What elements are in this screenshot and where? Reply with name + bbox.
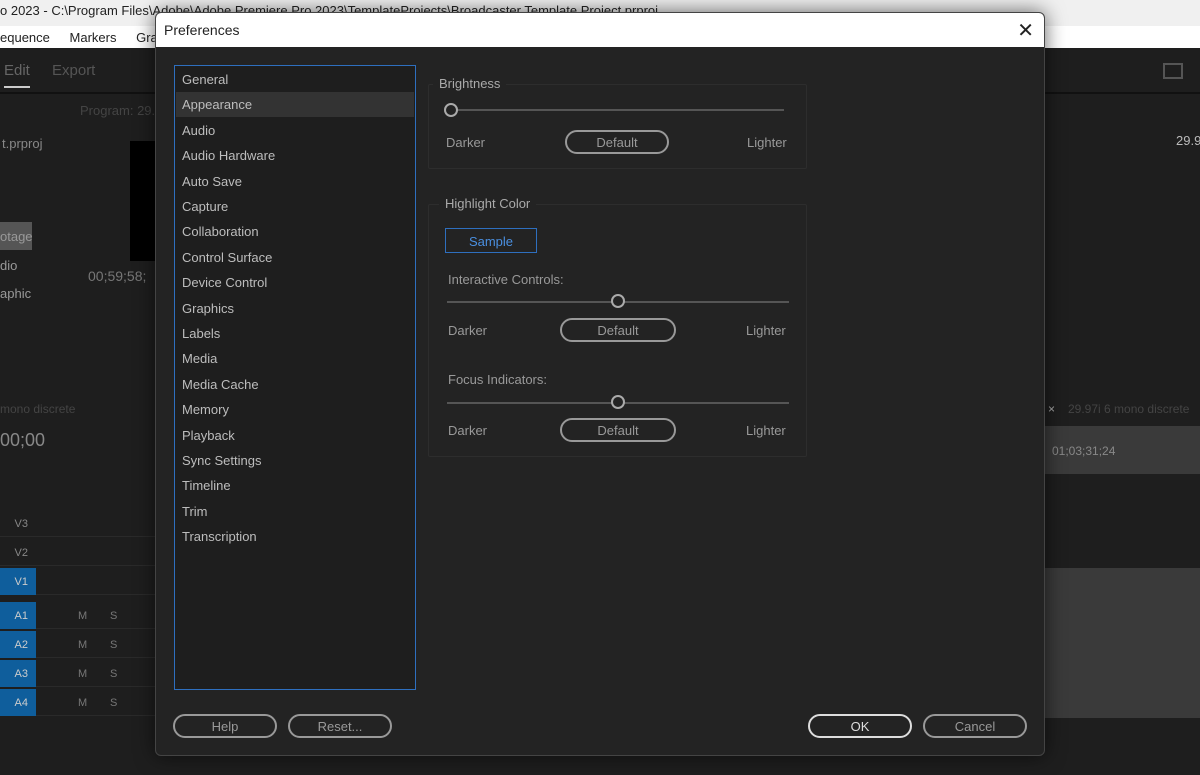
- track-label: A3: [0, 660, 36, 687]
- category-list[interactable]: General Appearance Audio Audio Hardware Auto…: [174, 65, 416, 690]
- brightness-darker-label: Darker: [446, 135, 486, 150]
- menu-sequence[interactable]: equence: [0, 30, 50, 45]
- program-preview: [130, 141, 155, 261]
- track-a2[interactable]: A2 M S: [0, 631, 155, 658]
- category-playback[interactable]: Playback: [176, 423, 414, 448]
- solo-button[interactable]: S: [110, 610, 117, 622]
- category-device-control[interactable]: Device Control: [176, 270, 414, 295]
- solo-button[interactable]: S: [110, 668, 117, 680]
- brightness-label: Brightness: [433, 76, 507, 91]
- dialog-title-bar: Preferences: [156, 13, 1044, 47]
- cancel-button[interactable]: Cancel: [923, 714, 1027, 738]
- category-auto-save[interactable]: Auto Save: [176, 169, 414, 194]
- bin-graphics[interactable]: aphic: [0, 286, 31, 301]
- track-v2[interactable]: V2: [0, 539, 155, 566]
- project-file: t.prproj: [2, 136, 43, 151]
- interactive-default-button[interactable]: Default: [560, 318, 676, 342]
- category-media-cache[interactable]: Media Cache: [176, 372, 414, 397]
- sample-swatch: Sample: [445, 228, 537, 253]
- brightness-default-button[interactable]: Default: [565, 130, 669, 154]
- interactive-darker-label: Darker: [448, 323, 488, 338]
- category-timeline[interactable]: Timeline: [176, 473, 414, 498]
- category-trim[interactable]: Trim: [176, 499, 414, 524]
- solo-button[interactable]: S: [110, 639, 117, 651]
- interactive-lighter-label: Lighter: [746, 323, 786, 338]
- help-button[interactable]: Help: [173, 714, 277, 738]
- reset-button[interactable]: Reset...: [288, 714, 392, 738]
- brightness-lighter-label: Lighter: [747, 135, 787, 150]
- bin-audio[interactable]: dio: [0, 258, 17, 273]
- program-timecode: 00;59;58;: [88, 268, 147, 284]
- panel-icon[interactable]: [1163, 63, 1183, 79]
- ok-button[interactable]: OK: [808, 714, 912, 738]
- timeline-tracks-area[interactable]: [1045, 568, 1200, 718]
- close-icon[interactable]: ✕: [1017, 18, 1034, 43]
- tab-export[interactable]: Export: [52, 62, 95, 79]
- track-a1[interactable]: A1 M S: [0, 602, 155, 629]
- interactive-controls-label: Interactive Controls:: [448, 272, 564, 287]
- focus-darker-label: Darker: [448, 423, 488, 438]
- mute-button[interactable]: M: [78, 610, 87, 622]
- ruler-time: 01;03;31;24: [1052, 444, 1116, 458]
- category-media[interactable]: Media: [176, 346, 414, 371]
- close-sequence-icon[interactable]: ×: [1048, 402, 1055, 416]
- interactive-controls-slider-handle[interactable]: [611, 294, 625, 308]
- category-memory[interactable]: Memory: [176, 397, 414, 422]
- category-capture[interactable]: Capture: [176, 194, 414, 219]
- category-sync-settings[interactable]: Sync Settings: [176, 448, 414, 473]
- focus-lighter-label: Lighter: [746, 423, 786, 438]
- track-label: V1: [0, 568, 36, 595]
- focus-default-button[interactable]: Default: [560, 418, 676, 442]
- mute-button[interactable]: M: [78, 697, 87, 709]
- menu-markers[interactable]: Markers: [70, 30, 117, 45]
- track-label: A2: [0, 631, 36, 658]
- sequence-timecode: 00;00: [0, 430, 46, 450]
- category-collaboration[interactable]: Collaboration: [176, 219, 414, 244]
- track-label: V2: [14, 547, 28, 559]
- focus-indicators-label: Focus Indicators:: [448, 372, 547, 387]
- brightness-group: Brightness Darker Default Lighter: [428, 76, 807, 169]
- category-general[interactable]: General: [176, 67, 414, 92]
- sequence-label-right: 29.97i 6 mono discrete: [1068, 402, 1190, 416]
- sequence-label: mono discrete: [0, 402, 76, 416]
- fps-readout: 29.9: [1176, 133, 1200, 148]
- track-label: A4: [0, 689, 36, 716]
- track-v1[interactable]: V1: [0, 568, 155, 595]
- category-labels[interactable]: Labels: [176, 321, 414, 346]
- category-control-surface[interactable]: Control Surface: [176, 245, 414, 270]
- track-a4[interactable]: A4 M S: [0, 689, 155, 716]
- bin-footage[interactable]: otage: [0, 222, 33, 250]
- brightness-slider-handle[interactable]: [444, 103, 458, 117]
- track-v3[interactable]: V3: [0, 510, 155, 537]
- category-audio-hardware[interactable]: Audio Hardware: [176, 143, 414, 168]
- preferences-dialog: Preferences ✕ General Appearance Audio Audi…: [155, 12, 1045, 756]
- mute-button[interactable]: M: [78, 639, 87, 651]
- category-transcription[interactable]: Transcription: [176, 524, 414, 549]
- track-a3[interactable]: A3 M S: [0, 660, 155, 687]
- dialog-title: Preferences: [164, 22, 240, 38]
- category-appearance[interactable]: Appearance: [176, 92, 414, 118]
- track-label: A1: [0, 602, 36, 629]
- brightness-slider[interactable]: [451, 109, 784, 111]
- solo-button[interactable]: S: [110, 697, 117, 709]
- tab-edit[interactable]: Edit: [4, 62, 30, 88]
- focus-indicators-slider-handle[interactable]: [611, 395, 625, 409]
- highlight-color-label: Highlight Color: [439, 196, 537, 211]
- track-label: V3: [14, 518, 28, 530]
- category-graphics[interactable]: Graphics: [176, 296, 414, 321]
- category-audio[interactable]: Audio: [176, 118, 414, 143]
- program-label: Program: 29.9: [80, 103, 163, 118]
- mute-button[interactable]: M: [78, 668, 87, 680]
- highlight-color-group: Highlight Color Sample Interactive Contr…: [428, 196, 807, 457]
